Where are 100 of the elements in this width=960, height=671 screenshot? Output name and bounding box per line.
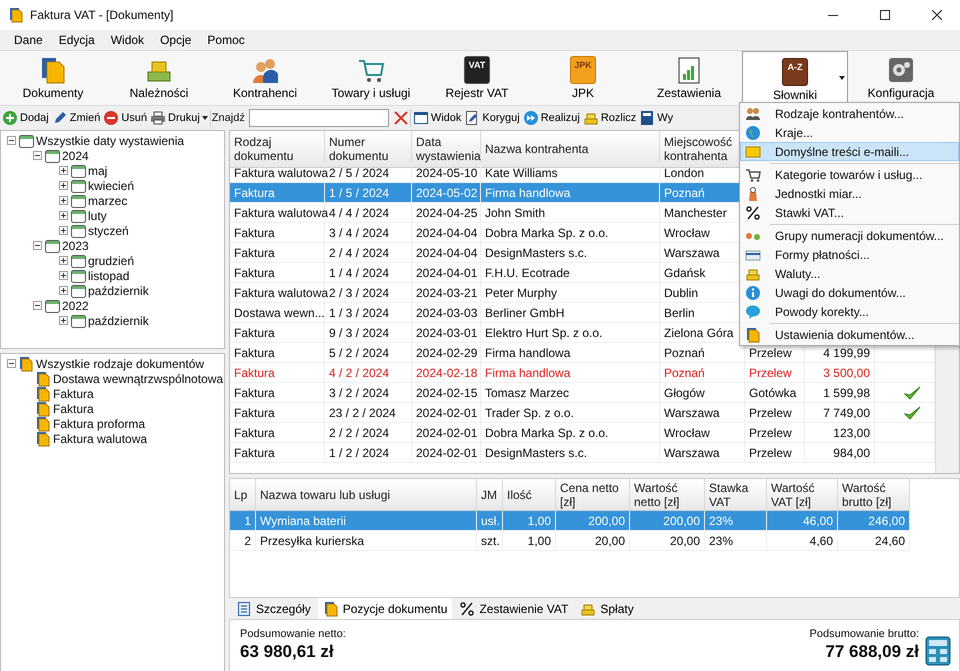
toolbar-button[interactable]: Dodaj xyxy=(1,109,50,127)
toolbar-button[interactable]: Realizuj xyxy=(522,109,581,127)
add-icon xyxy=(2,110,18,126)
expand-icon[interactable] xyxy=(59,211,68,220)
tree-item[interactable]: Faktura walutowa xyxy=(53,432,148,446)
toolbar-button[interactable]: Dokumenty xyxy=(0,51,106,105)
menu-item[interactable]: Opcje xyxy=(152,31,200,49)
delete-icon xyxy=(103,110,120,126)
tree-item[interactable]: 2022 xyxy=(62,298,89,312)
menu-item[interactable]: Pomoc xyxy=(199,31,253,49)
table-cell: Faktura xyxy=(230,443,325,463)
menu-item[interactable]: Widok xyxy=(102,31,152,49)
minimize-icon xyxy=(828,14,838,16)
table-cell: 2 / 2 / 2024 xyxy=(325,423,412,443)
collapse-icon[interactable] xyxy=(33,301,42,310)
column-header[interactable]: Numer dokumentu xyxy=(325,131,412,168)
calendar-icon xyxy=(70,282,86,298)
table-cell: 23 / 2 / 2024 xyxy=(325,403,412,423)
toolbar-button[interactable]: JPK JPK xyxy=(530,51,636,105)
tree-item[interactable]: 2024 xyxy=(62,148,89,162)
column-header[interactable]: Lp xyxy=(230,479,256,511)
table-cell: Faktura xyxy=(230,423,325,443)
toolbar-button[interactable]: Towary i usługi xyxy=(318,51,424,105)
gross-total-value: 77 688,09 zł xyxy=(825,642,919,662)
collapse-icon[interactable] xyxy=(7,136,16,145)
column-header[interactable]: Nazwa kontrahenta xyxy=(481,131,660,168)
document-icon xyxy=(35,416,51,432)
menu-item[interactable]: Dane xyxy=(6,31,51,49)
toolbar-button[interactable]: Koryguj xyxy=(463,109,521,127)
tree-item[interactable]: Wszystkie rodzaje dokumentów xyxy=(36,356,204,370)
toolbar-button[interactable]: Kontrahenci xyxy=(212,51,318,105)
table-cell: 1 / 2 / 2024 xyxy=(325,443,412,463)
toolbar-button[interactable]: Należności xyxy=(106,51,212,105)
tab[interactable]: Pozycje dokumentu xyxy=(318,598,452,619)
expand-icon[interactable] xyxy=(59,166,68,175)
tree-item[interactable]: Faktura xyxy=(53,386,94,400)
collapse-icon[interactable] xyxy=(33,241,42,250)
expand-icon[interactable] xyxy=(59,196,68,205)
document-icon xyxy=(18,356,34,372)
menu-item[interactable]: Domyślne treści e-maili... xyxy=(740,142,959,161)
calendar-icon xyxy=(70,192,86,208)
tree-item[interactable]: marzec xyxy=(88,194,128,208)
search-field[interactable] xyxy=(248,109,389,127)
expand-icon[interactable] xyxy=(59,271,68,280)
column-header[interactable]: Cena netto [zł] xyxy=(556,479,630,511)
cart-icon xyxy=(745,166,761,182)
tree-item[interactable]: Wszystkie daty wystawienia xyxy=(36,134,184,148)
tree-item[interactable]: kwiecień xyxy=(88,178,134,192)
expand-icon[interactable] xyxy=(59,226,68,235)
table-cell: 3 / 4 / 2024 xyxy=(325,223,412,243)
table-cell: 7 749,00 xyxy=(805,403,875,423)
column-header[interactable]: Wartość VAT [zł] xyxy=(767,479,838,511)
column-header[interactable]: Ilość xyxy=(503,479,556,511)
toolbar-button[interactable]: Drukuj xyxy=(149,109,209,127)
tree-item[interactable]: listopad xyxy=(88,268,130,282)
toolbar-button[interactable]: Zmień xyxy=(50,109,102,127)
maximize-icon xyxy=(880,10,890,20)
column-header[interactable]: JM xyxy=(477,479,503,511)
calculator-icon[interactable] xyxy=(925,636,951,666)
tree-item[interactable]: Faktura xyxy=(53,402,94,416)
expand-icon[interactable] xyxy=(59,181,68,190)
tree-item[interactable]: październik xyxy=(88,314,149,328)
document-icon xyxy=(35,430,51,446)
expand-icon[interactable] xyxy=(59,256,68,265)
tree-item[interactable]: styczeń xyxy=(88,224,129,238)
table-cell: 2024-04-25 xyxy=(412,203,481,223)
toolbar-button[interactable]: VAT Rejestr VAT xyxy=(424,51,530,105)
tree-item[interactable]: październik xyxy=(88,284,149,298)
column-header[interactable]: Wartość netto [zł] xyxy=(630,479,705,511)
menu-item[interactable]: Edycja xyxy=(50,31,103,49)
tree-item[interactable]: maj xyxy=(88,164,108,178)
tree-item[interactable]: Faktura proforma xyxy=(53,416,146,430)
expand-icon[interactable] xyxy=(59,316,68,325)
toolbar-button[interactable]: Widok xyxy=(412,109,462,127)
expand-icon[interactable] xyxy=(59,286,68,295)
tree-item[interactable]: grudzień xyxy=(88,254,134,268)
table-cell: Dobra Marka Sp. z o.o. xyxy=(481,223,660,243)
table-cell: 2024-03-01 xyxy=(412,323,481,343)
column-header[interactable]: Nazwa towaru lub usługi xyxy=(256,479,477,511)
tree-item[interactable]: 2023 xyxy=(62,238,89,252)
column-header[interactable]: Data wystawienia xyxy=(412,131,481,168)
collapse-icon[interactable] xyxy=(33,151,42,160)
table-cell: 2024-02-01 xyxy=(412,443,481,463)
tree-item[interactable]: Dostawa wewnątrzwspólnotowa xyxy=(53,372,224,386)
table-cell: 2024-05-02 xyxy=(412,183,481,203)
collapse-icon[interactable] xyxy=(7,359,16,368)
toolbar-button[interactable]: Usuń xyxy=(102,109,148,127)
toolbar-button[interactable]: Rozlicz xyxy=(582,109,638,127)
table-cell: 5 / 2 / 2024 xyxy=(325,343,412,363)
close-icon xyxy=(932,10,942,20)
column-header[interactable]: Stawka VAT xyxy=(705,479,767,511)
toolbar-button[interactable]: Zestawienia xyxy=(636,51,742,105)
column-header[interactable]: Wartość brutto [zł] xyxy=(838,479,910,511)
column-header[interactable]: Rodzaj dokumentu xyxy=(230,131,325,168)
calendar-icon xyxy=(70,268,86,284)
vat-book-icon: VAT xyxy=(464,56,490,84)
clear-icon[interactable] xyxy=(392,110,409,126)
tree-item[interactable]: luty xyxy=(88,208,107,222)
menu-item[interactable]: Rodzaje kontrahentów... xyxy=(740,104,959,123)
toolbar-button[interactable]: Wy xyxy=(638,109,674,127)
